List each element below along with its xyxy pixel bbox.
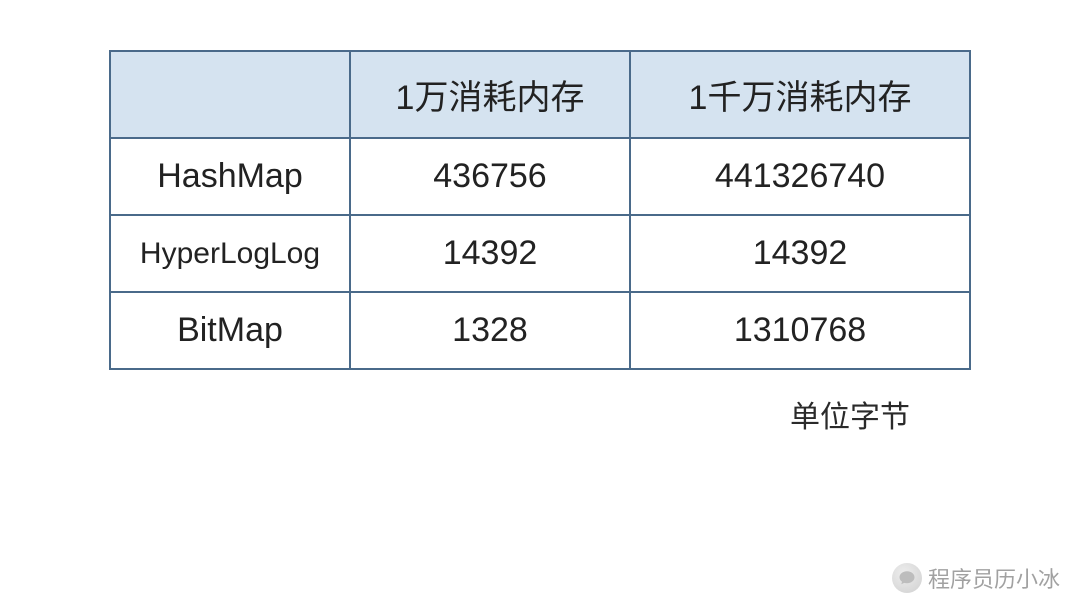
table-container: 1万消耗内存 1千万消耗内存 HashMap 436756 441326740 … [60,50,1020,370]
unit-caption: 单位字节 [60,392,910,436]
cell-bitmap-10m: 1310768 [630,292,970,369]
header-blank [110,51,350,138]
cell-hll-10k: 14392 [350,215,630,292]
watermark: 程序员历小冰 [892,562,1060,594]
header-col-10m: 1千万消耗内存 [630,51,970,138]
row-name-hyperloglog: HyperLogLog [110,215,350,292]
wechat-avatar-icon [892,563,922,593]
row-name-hashmap: HashMap [110,138,350,215]
memory-comparison-table: 1万消耗内存 1千万消耗内存 HashMap 436756 441326740 … [109,50,971,370]
cell-bitmap-10k: 1328 [350,292,630,369]
table-row: HashMap 436756 441326740 [110,138,970,215]
header-col-10k: 1万消耗内存 [350,51,630,138]
chat-bubble-icon [898,569,916,587]
cell-hashmap-10m: 441326740 [630,138,970,215]
cell-hashmap-10k: 436756 [350,138,630,215]
table-row: HyperLogLog 14392 14392 [110,215,970,292]
row-name-bitmap: BitMap [110,292,350,369]
cell-hll-10m: 14392 [630,215,970,292]
table-row: BitMap 1328 1310768 [110,292,970,369]
watermark-text: 程序员历小冰 [928,562,1060,594]
table-header-row: 1万消耗内存 1千万消耗内存 [110,51,970,138]
